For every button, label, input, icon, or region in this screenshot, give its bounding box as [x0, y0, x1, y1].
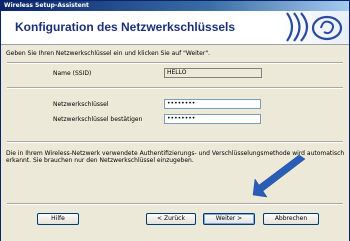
- ssid-label: Name (SSID): [53, 70, 92, 77]
- setup-wizard-window: Wireless Setup-Assistent Konfiguration d…: [0, 0, 350, 241]
- next-button[interactable]: Weiter >: [203, 213, 255, 225]
- window-title: Wireless Setup-Assistent: [4, 2, 89, 9]
- confirm-key-label: Netzwerkschlüssel bestätigen: [53, 116, 143, 123]
- ssid-value: HELLO: [167, 69, 187, 76]
- cancel-button[interactable]: Abbrechen: [263, 213, 319, 225]
- confirm-key-field[interactable]: ••••••••: [164, 114, 261, 124]
- network-key-label: Netzwerkschlüssel: [53, 101, 109, 108]
- network-key-field[interactable]: ••••••••: [164, 99, 261, 109]
- title-bar[interactable]: Wireless Setup-Assistent: [1, 1, 349, 11]
- wizard-body: Geben Sie Ihren Netzwerkschlüssel ein un…: [1, 44, 349, 241]
- help-button[interactable]: Hilfe: [37, 213, 79, 225]
- divider: [7, 141, 343, 143]
- pointer-arrow-icon: [252, 154, 306, 198]
- header-divider: [1, 44, 349, 45]
- back-button[interactable]: < Zurück: [146, 213, 196, 225]
- wizard-header: Konfiguration des Netzwerkschlüssels: [1, 11, 349, 44]
- divider: [7, 87, 343, 89]
- divider: [7, 203, 343, 205]
- page-title: Konfiguration des Netzwerkschlüssels: [15, 20, 236, 34]
- divider: [7, 62, 343, 64]
- instruction-text: Geben Sie Ihren Netzwerkschlüssel ein un…: [6, 50, 210, 57]
- wireless-signal-logo-icon: [277, 11, 349, 44]
